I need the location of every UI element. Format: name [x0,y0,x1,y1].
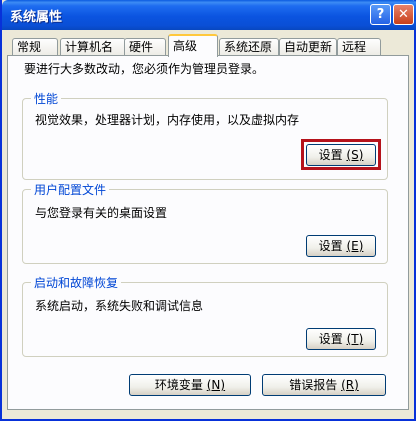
tab-computer-name[interactable]: 计算机名 [60,38,126,56]
user-profiles-settings-button[interactable]: 设置 (E) [306,235,376,257]
performance-settings-key: (S) [346,148,364,162]
user-profiles-settings-key: (E) [346,239,364,253]
environment-variables-button[interactable]: 环境变量 (N) [129,374,251,396]
error-reporting-key: (R) [341,378,359,392]
error-reporting-button[interactable]: 错误报告 (R) [262,374,386,396]
performance-description: 视觉效果，处理器计划，内存使用，以及虚拟内存 [35,113,300,127]
performance-settings-label: 设置 [318,148,343,162]
tab-hardware[interactable]: 硬件 [124,38,166,56]
tab-advanced[interactable]: 高级 [168,34,218,57]
help-button[interactable]: ? [370,4,391,25]
window-title: 系统属性 [10,10,63,25]
tab-automatic-updates[interactable]: 自动更新 [279,38,337,56]
system-properties-window: 系统属性 ? ✕ 常规 计算机名 硬件 高级 系统还原 自动更新 远程 要进行大… [0,0,416,421]
tab-system-restore[interactable]: 系统还原 [219,38,279,56]
tab-general[interactable]: 常规 [12,38,58,56]
performance-settings-button[interactable]: 设置 (S) [306,144,376,166]
performance-legend: 性能 [31,90,62,107]
startup-recovery-settings-button[interactable]: 设置 (T) [306,328,376,350]
tab-remote[interactable]: 远程 [337,38,381,56]
startup-recovery-settings-key: (T) [346,332,364,346]
user-profiles-description: 与您登录有关的桌面设置 [35,206,168,220]
admin-notice: 要进行大多数改动，您必须作为管理员登录。 [24,62,265,76]
title-bar[interactable]: 系统属性 ? ✕ [2,0,416,30]
startup-recovery-settings-label: 设置 [318,332,343,346]
environment-variables-key: (N) [206,378,226,392]
user-profiles-settings-label: 设置 [318,239,343,253]
error-reporting-label: 错误报告 [289,378,338,392]
startup-recovery-legend: 启动和故障恢复 [31,274,122,291]
startup-recovery-description: 系统启动，系统失败和调试信息 [35,299,204,313]
user-profiles-legend: 用户配置文件 [31,181,110,198]
close-button[interactable]: ✕ [393,4,414,25]
environment-variables-label: 环境变量 [154,378,203,392]
